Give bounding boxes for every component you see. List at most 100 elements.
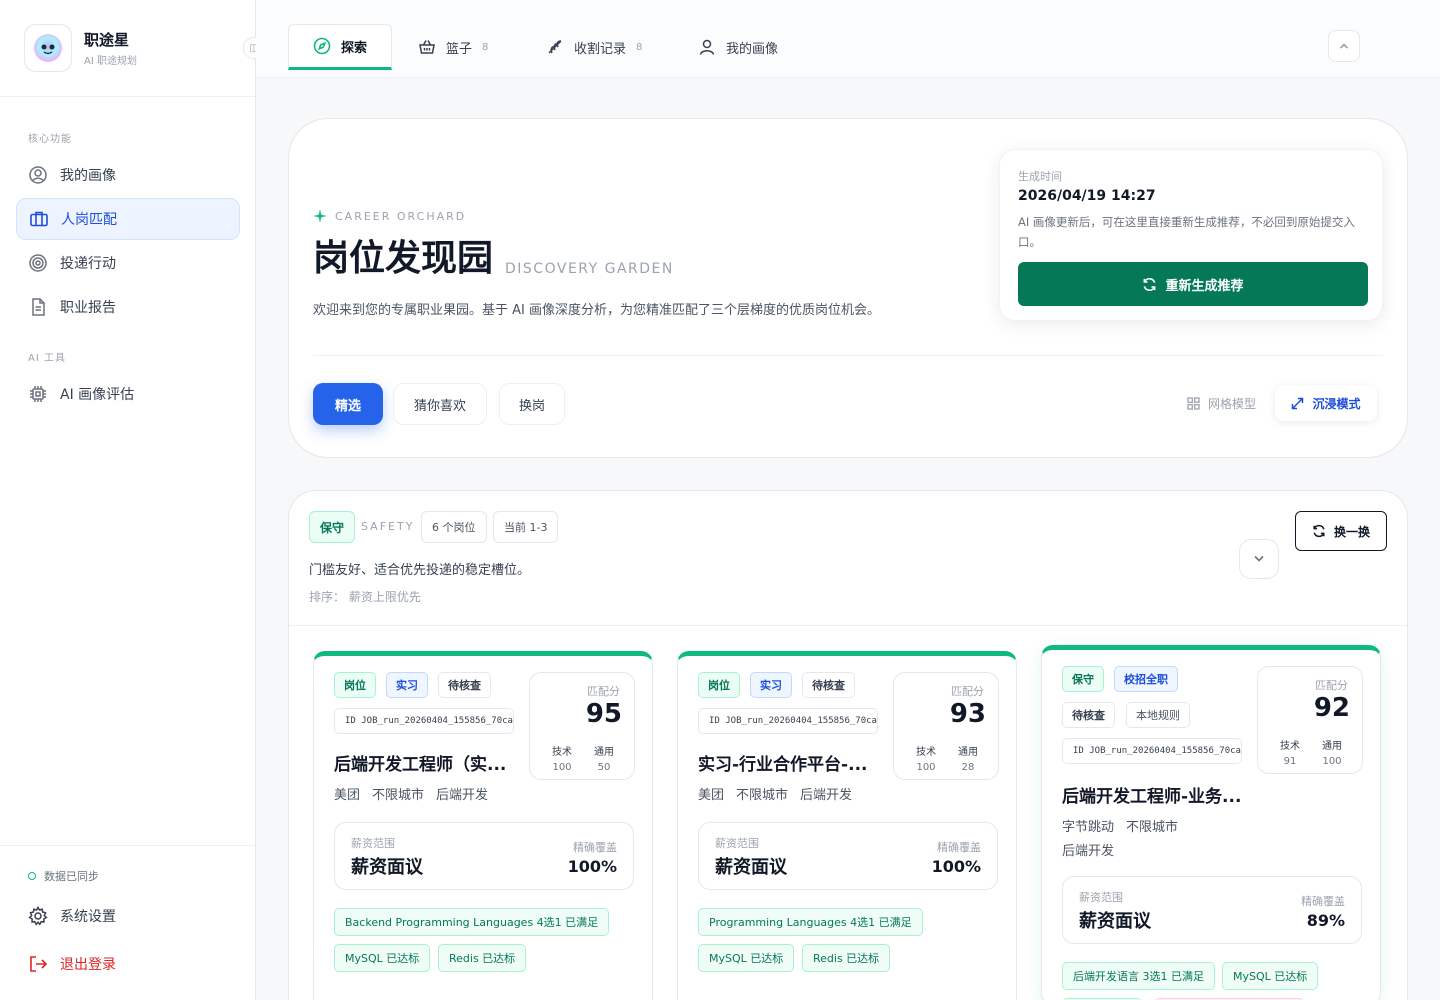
company: 美团 (698, 788, 725, 803)
skill-chip: 后端开发语言 3选1 已满足 (1062, 962, 1215, 990)
brand-subtitle: AI 职途规划 (84, 56, 137, 67)
chip-icon (28, 384, 48, 404)
tab-count: 8 (636, 41, 643, 53)
sort-label: 排序： 薪资上限优先 (309, 590, 421, 604)
sidebar-divider (0, 845, 256, 846)
basket-icon (418, 38, 436, 56)
job-card[interactable]: 岗位 实习 待核查 ID JOB_run_20260404_155856_70c… (677, 651, 1017, 1000)
match-score: 95 (585, 699, 622, 729)
tab-label: 探索 (341, 40, 368, 56)
hero-panel: CAREER ORCHARD 岗位发现园 DISCOVERY GARDEN 欢迎… (288, 118, 1408, 458)
match-score-box: 匹配分 92 技术 91 通用 100 (1257, 666, 1363, 774)
gear-icon (28, 906, 48, 926)
match-score: 92 (1313, 693, 1350, 723)
filter-guess-you-like[interactable]: 猜你喜欢 (393, 383, 487, 425)
sidebar-item-label: 我的画像 (60, 168, 116, 184)
job-title[interactable]: 后端开发工程师（实... (334, 750, 506, 775)
app-root: 职途星 AI 职途规划 ◫ 核心功能 我的画像 人岗匹配 投递行动 职业报告 A… (0, 0, 1440, 1000)
grid-icon (1187, 397, 1200, 410)
general-score: 通用 100 (1322, 741, 1342, 767)
city: 不限城市 (1126, 820, 1179, 835)
tab-harvest[interactable]: 收割记录 8 (546, 24, 642, 70)
salary-value: 薪资面议 (1079, 911, 1151, 932)
job-card[interactable]: 保守 校招全职 待核查 本地规则 ID JOB_run_20260404_155… (1041, 645, 1381, 1000)
job-tag: 校招全职 (1114, 666, 1178, 692)
user-circle-icon (28, 165, 48, 185)
job-tag: 待核查 (802, 672, 855, 698)
regenerate-button[interactable]: 重新生成推荐 (1018, 262, 1368, 306)
salary-box: 薪资范围 薪资面议 精确覆盖 89% (1062, 876, 1362, 944)
nav-section-ai: AI 工具 (28, 353, 66, 364)
section-collapse-button[interactable] (1239, 539, 1279, 579)
tab-label: 篮子 (446, 41, 473, 57)
sidebar-item-label: 投递行动 (60, 256, 116, 272)
tab-basket[interactable]: 篮子 8 (418, 24, 488, 70)
brand-name: 职途星 (84, 31, 130, 49)
coverage-label: 精确覆盖 (1301, 895, 1345, 908)
score-label: 匹配分 (587, 685, 620, 698)
sidebar-item-job-match[interactable]: 人岗匹配 (16, 198, 240, 240)
coverage-value: 100% (567, 857, 617, 876)
tech-score: 技术 100 (916, 747, 936, 773)
job-id: ID JOB_run_20260404_155856_70ca (334, 708, 514, 734)
chevron-up-icon (1338, 37, 1350, 56)
job-title[interactable]: 后端开发工程师-业务... (1062, 782, 1241, 807)
shuffle-button[interactable]: 换一换 (1295, 511, 1387, 551)
grid-view-toggle[interactable]: 网格模型 (1187, 395, 1256, 412)
hero-description: 欢迎来到您的专属职业果园。基于 AI 画像深度分析，为您精准匹配了三个层梯度的优… (313, 303, 880, 318)
sidebar: 职途星 AI 职途规划 ◫ 核心功能 我的画像 人岗匹配 投递行动 职业报告 A… (0, 0, 265, 1000)
category: 后端开发 (436, 788, 489, 803)
skill-chip: MySQL 已达标 (698, 944, 795, 972)
logout-icon (28, 954, 48, 974)
sync-status-text: 数据已同步 (44, 870, 99, 883)
settings-button[interactable]: 系统设置 (16, 895, 240, 937)
filter-switch-job[interactable]: 换岗 (499, 383, 565, 425)
city: 不限城市 (736, 788, 789, 803)
hero-divider (313, 355, 1383, 356)
salary-label: 薪资范围 (351, 837, 395, 850)
company: 美团 (334, 788, 361, 803)
job-tag: 保守 (1062, 666, 1104, 692)
category: 后端开发 (800, 788, 853, 803)
generation-time: 2026/04/19 14:27 (1018, 188, 1156, 204)
generation-time-label: 生成时间 (1018, 170, 1062, 183)
sidebar-item-report[interactable]: 职业报告 (16, 286, 240, 328)
immersive-mode-toggle[interactable]: 沉浸模式 (1275, 385, 1377, 421)
skill-chip: MySQL 已达标 (1222, 962, 1319, 990)
grid-view-label: 网格模型 (1208, 397, 1257, 411)
tab-my-profile[interactable]: 我的画像 (698, 24, 778, 70)
sync-status: 数据已同步 (28, 868, 99, 884)
shuffle-label: 换一换 (1333, 524, 1370, 539)
refresh-icon (1142, 277, 1157, 292)
refresh-icon (1312, 524, 1326, 538)
logout-button[interactable]: 退出登录 (16, 943, 240, 985)
hero-title-row: 岗位发现园 DISCOVERY GARDEN (313, 235, 674, 283)
scroll-top-button[interactable] (1328, 30, 1360, 62)
sync-dot-icon (28, 872, 36, 880)
salary-label: 薪资范围 (1079, 891, 1123, 904)
score-label: 匹配分 (951, 685, 984, 698)
salary-value: 薪资面议 (715, 857, 787, 878)
filter-featured[interactable]: 精选 (313, 383, 383, 425)
tab-explore[interactable]: 探索 (288, 24, 393, 70)
job-card[interactable]: 岗位 实习 待核查 ID JOB_run_20260404_155856_70c… (313, 651, 653, 1000)
skill-chip: Redis 已达标 (438, 944, 527, 972)
job-tag: 本地规则 (1126, 702, 1190, 728)
job-title[interactable]: 实习-行业合作平台-... (698, 750, 868, 775)
tab-label: 收割记录 (574, 41, 627, 57)
sidebar-item-ai-eval[interactable]: AI 画像评估 (16, 373, 240, 415)
job-tag: 岗位 (334, 672, 376, 698)
sidebar-item-delivery[interactable]: 投递行动 (16, 242, 240, 284)
job-tag: 待核查 (438, 672, 491, 698)
hero-eyebrow-text: CAREER ORCHARD (335, 209, 467, 223)
compass-icon (313, 37, 331, 55)
job-meta: 美团 不限城市 后端开发 (698, 784, 864, 803)
sidebar-item-profile[interactable]: 我的画像 (16, 154, 240, 196)
section-divider (289, 625, 1407, 626)
sidebar-item-label: 人岗匹配 (61, 212, 117, 228)
expand-icon (1291, 397, 1304, 410)
tech-score: 技术 100 (552, 747, 572, 773)
skill-chip: Redis 已达标 (802, 944, 891, 972)
tier-section: 保守 SAFETY 6 个岗位 当前 1-3 门槛友好、适合优先投递的稳定槽位。… (288, 490, 1408, 1000)
page-title: 岗位发现园 (313, 238, 494, 279)
